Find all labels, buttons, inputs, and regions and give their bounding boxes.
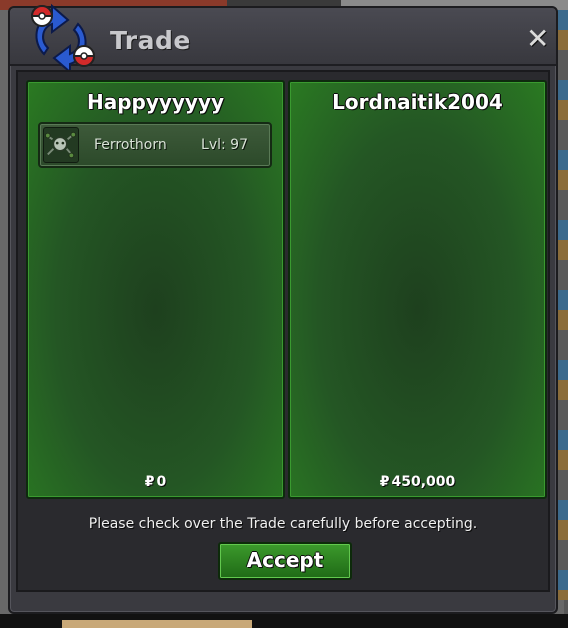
close-icon[interactable]: ✕ (526, 25, 549, 53)
ferrothorn-sprite-icon (43, 127, 79, 163)
money-left: ₽0 (28, 474, 283, 490)
window-title: Trade (110, 26, 191, 55)
money-left-amount: 0 (156, 474, 167, 490)
trade-content: Happyyyyyy Ferrothorn Lvl: 97 ₽0 Lordnai… (16, 70, 550, 592)
pokedollar-icon: ₽ (379, 474, 390, 490)
money-right-amount: 450,000 (391, 474, 456, 490)
trade-swap-icon (30, 3, 96, 75)
background-sand-tile (62, 620, 252, 628)
trade-panel-left: Happyyyyyy Ferrothorn Lvl: 97 ₽0 (26, 80, 285, 499)
player-name-right: Lordnaitik2004 (332, 90, 503, 114)
trade-panel-right: Lordnaitik2004 ₽450,000 (288, 80, 547, 499)
trade-item-pokemon[interactable]: Ferrothorn Lvl: 97 (38, 122, 272, 168)
pokemon-level: Lvl: 97 (201, 137, 248, 153)
player-name-left: Happyyyyyy (86, 90, 225, 114)
trade-window: Trade ✕ Happyyyyyy Ferrothorn Lvl: 97 ₽ … (8, 3, 558, 614)
money-right: ₽450,000 (290, 474, 545, 490)
pokemon-name: Ferrothorn (94, 137, 167, 153)
trade-notice: Please check over the Trade carefully be… (88, 516, 478, 532)
accept-button[interactable]: Accept (218, 542, 352, 580)
pokedollar-icon: ₽ (144, 474, 155, 490)
